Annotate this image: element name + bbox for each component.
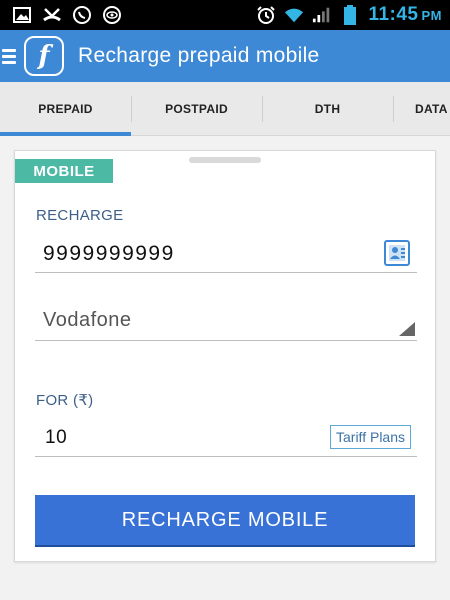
missed-call-icon — [42, 5, 62, 25]
recharge-label: RECHARGE — [36, 207, 124, 224]
tab-data[interactable]: DATA — [393, 82, 450, 135]
app-logo[interactable]: f — [24, 36, 64, 76]
tab-postpaid[interactable]: POSTPAID — [131, 82, 262, 135]
tab-bar: PREPAID POSTPAID DTH DATA — [0, 82, 450, 136]
wifi-icon — [284, 5, 304, 25]
clock: 11:45 PM — [368, 4, 442, 25]
mobile-badge: MOBILE — [15, 159, 113, 183]
alarm-icon — [256, 5, 276, 25]
amount-label: FOR (₹) — [36, 392, 94, 409]
tab-dth[interactable]: DTH — [262, 82, 393, 135]
recharge-mobile-button[interactable]: RECHARGE MOBILE — [35, 495, 415, 545]
amount-field-wrapper: Tariff Plans — [35, 421, 417, 457]
page-title: Recharge prepaid mobile — [78, 44, 320, 67]
menu-icon[interactable] — [2, 48, 16, 64]
phone-field-wrapper — [35, 237, 417, 273]
whatsapp-icon — [72, 5, 92, 25]
phone-number-input[interactable] — [35, 237, 417, 271]
dropdown-arrow-icon — [399, 322, 415, 336]
tariff-plans-button[interactable]: Tariff Plans — [330, 425, 411, 449]
app-bar: f Recharge prepaid mobile — [0, 30, 450, 82]
gallery-icon — [12, 5, 32, 25]
operator-select[interactable]: Vodafone — [35, 305, 417, 341]
eye-icon — [102, 5, 122, 25]
recharge-card: MOBILE RECHARGE Vodafone FOR (₹) Tariff … — [14, 150, 436, 562]
tab-prepaid[interactable]: PREPAID — [0, 82, 131, 136]
contacts-icon[interactable] — [383, 239, 411, 267]
drag-handle[interactable] — [189, 157, 261, 163]
status-bar: 11:45 PM — [0, 0, 450, 30]
operator-value: Vodafone — [43, 309, 132, 331]
signal-icon — [312, 5, 332, 25]
battery-icon — [340, 5, 360, 25]
